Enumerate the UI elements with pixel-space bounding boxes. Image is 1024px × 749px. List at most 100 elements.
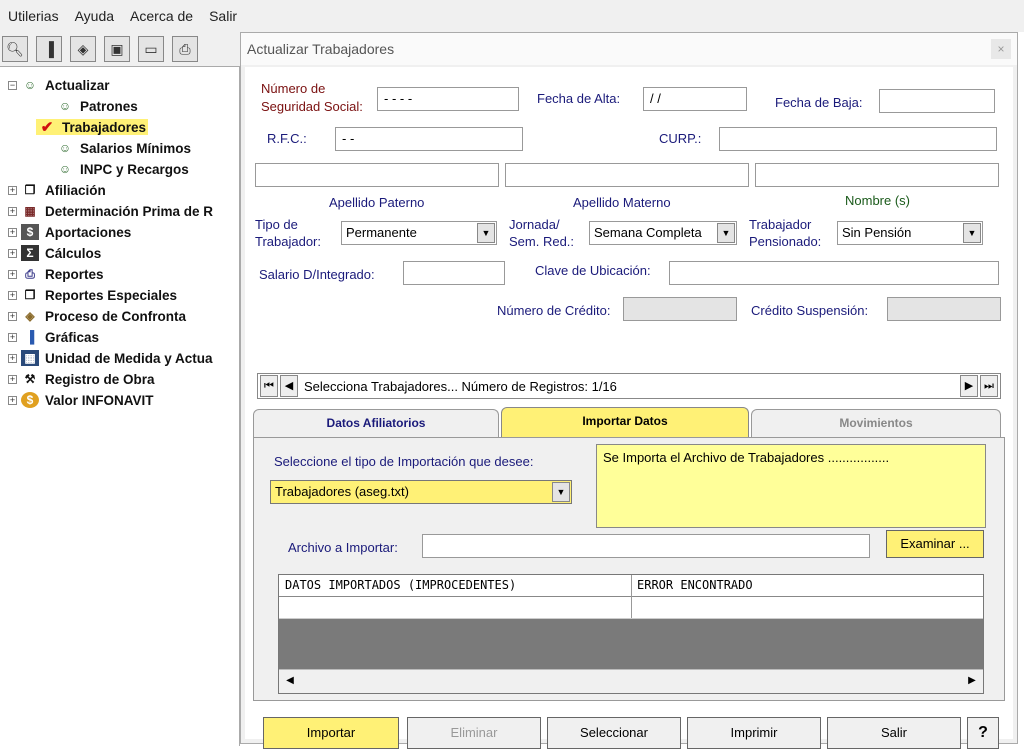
rfc-label: R.F.C.: — [267, 131, 307, 146]
tipo-trabajador-select[interactable]: Permanente ▼ — [341, 221, 497, 245]
expand-icon[interactable]: + — [8, 353, 17, 363]
expand-icon[interactable]: + — [8, 332, 17, 342]
tree-item-patrones[interactable]: ☺ Patrones — [56, 96, 138, 116]
expand-icon[interactable]: + — [8, 311, 17, 321]
floppy-disk-icon[interactable]: ▣ — [104, 36, 130, 62]
sigma-icon: Σ — [21, 245, 39, 261]
archivo-input[interactable] — [422, 534, 870, 558]
clave-ubicacion-input[interactable] — [669, 261, 999, 285]
last-record-icon[interactable]: ⏭ — [980, 375, 998, 397]
tree-item-reportes[interactable]: + ⎙ Reportes — [8, 264, 104, 284]
magnifier-icon[interactable]: 🔍︎ — [2, 36, 28, 62]
box-icon: ◈ — [25, 309, 35, 323]
printer-icon: ⎙ — [25, 266, 35, 281]
menu-utilerias[interactable]: Utilerias — [0, 8, 67, 24]
jornada-label-line1: Jornada/ — [509, 217, 560, 232]
tree-item-valor-infonavit[interactable]: + $ Valor INFONAVIT — [8, 390, 154, 410]
group-icon: ☺ — [58, 141, 72, 155]
importar-button[interactable]: Importar — [263, 717, 399, 749]
imprimir-button[interactable]: Imprimir — [687, 717, 821, 749]
first-record-icon[interactable]: ⏮ — [260, 375, 278, 397]
fecha-baja-input[interactable] — [879, 89, 995, 113]
salir-button[interactable]: Salir — [827, 717, 961, 749]
credito-suspension-input — [887, 297, 1001, 321]
import-type-prompt: Seleccione el tipo de Importación que de… — [274, 454, 534, 469]
tree-item-salarios-minimos[interactable]: ☺ Salarios Mínimos — [56, 138, 191, 158]
expand-icon[interactable]: + — [8, 395, 17, 405]
tab-importar-datos[interactable]: Importar Datos — [501, 407, 749, 437]
expand-icon[interactable]: + — [8, 185, 17, 195]
tools-icon: ⚒ — [24, 372, 36, 386]
nombre-input[interactable] — [755, 163, 999, 187]
scroll-left-icon[interactable]: ◀ — [281, 672, 299, 690]
collapse-icon[interactable]: − — [8, 80, 17, 90]
eliminar-button[interactable]: Eliminar — [407, 717, 541, 749]
seleccionar-button[interactable]: Seleccionar — [547, 717, 681, 749]
pages-icon: ❒ — [24, 288, 36, 302]
record-navigator: ⏮ ◀ Selecciona Trabajadores... Número de… — [257, 373, 1001, 399]
tab-datos-afiliatorios[interactable]: Datos Afiliatorios — [253, 409, 499, 437]
tree-item-determinacion-prima[interactable]: + ▦ Determinación Prima de R — [8, 201, 213, 221]
nombre-label: Nombre (s) — [845, 193, 911, 208]
chevron-down-icon[interactable]: ▼ — [717, 223, 735, 243]
tree-item-aportaciones[interactable]: + $ Aportaciones — [8, 222, 131, 242]
fecha-alta-label: Fecha de Alta: — [537, 91, 621, 106]
scroll-right-icon[interactable]: ▶ — [963, 672, 981, 690]
next-record-icon[interactable]: ▶ — [960, 375, 978, 397]
document-icon: ❐ — [24, 183, 36, 197]
import-type-select[interactable]: Trabajadores (aseg.txt) ▼ — [270, 480, 572, 504]
apellido-materno-input[interactable] — [505, 163, 749, 187]
menu-acerca-de[interactable]: Acerca de — [122, 8, 201, 24]
expand-icon[interactable]: + — [8, 227, 17, 237]
horizontal-scrollbar[interactable]: ◀ ▶ — [279, 669, 983, 693]
menu-salir[interactable]: Salir — [201, 8, 245, 24]
tree-item-unidad-medida[interactable]: + ▦ Unidad de Medida y Actua — [8, 348, 213, 368]
tree-item-trabajadores[interactable]: ✔ Trabajadores — [36, 117, 149, 137]
tipo-trabajador-label-line2: Trabajador: — [255, 234, 321, 249]
table-row[interactable] — [279, 597, 983, 619]
salario-input[interactable] — [403, 261, 505, 285]
close-icon[interactable]: × — [991, 39, 1011, 59]
tree-item-actualizar[interactable]: − ☺ Actualizar — [8, 75, 110, 95]
dialog-panel: Número de Seguridad Social: - - - - Fech… — [245, 67, 1013, 749]
eraser-icon[interactable]: ▭ — [138, 36, 164, 62]
previous-record-icon[interactable]: ◀ — [280, 375, 298, 397]
fecha-alta-input[interactable]: / / — [643, 87, 747, 111]
examinar-button[interactable]: Examinar ... — [886, 530, 984, 558]
jornada-select[interactable]: Semana Completa ▼ — [589, 221, 737, 245]
pensionado-select[interactable]: Sin Pensión ▼ — [837, 221, 983, 245]
expand-icon[interactable]: + — [8, 248, 17, 258]
chevron-down-icon[interactable]: ▼ — [963, 223, 981, 243]
tree-item-proceso-confronta[interactable]: + ◈ Proceso de Confronta — [8, 306, 186, 326]
help-icon[interactable]: ? — [967, 717, 999, 749]
expand-icon[interactable]: + — [8, 206, 17, 216]
curp-input[interactable] — [719, 127, 997, 151]
tree-item-reportes-especiales[interactable]: + ❒ Reportes Especiales — [8, 285, 177, 305]
tree-item-registro-obra[interactable]: + ⚒ Registro de Obra — [8, 369, 155, 389]
actualizar-trabajadores-dialog: Actualizar Trabajadores × Número de Segu… — [240, 32, 1018, 749]
rfc-input[interactable]: - - — [335, 127, 523, 151]
grid-header-error: ERROR ENCONTRADO — [637, 578, 753, 592]
nss-input[interactable]: - - - - — [377, 87, 519, 111]
grid-header-datos: DATOS IMPORTADOS (IMPROCEDENTES) — [285, 578, 517, 592]
archivo-label: Archivo a Importar: — [288, 540, 398, 555]
expand-icon[interactable]: + — [8, 374, 17, 384]
tipo-trabajador-label-line1: Tipo de — [255, 217, 298, 232]
expand-icon[interactable]: + — [8, 269, 17, 279]
bar-chart-icon[interactable]: ▐ — [36, 36, 62, 62]
tree-item-inpc-recargos[interactable]: ☺ INPC y Recargos — [56, 159, 189, 179]
printer-icon[interactable]: ⎙ — [172, 36, 198, 62]
chevron-down-icon[interactable]: ▼ — [552, 482, 570, 502]
tab-movimientos[interactable]: Movimientos — [751, 409, 1001, 437]
box-icon[interactable]: ◈ — [70, 36, 96, 62]
apellido-paterno-input[interactable] — [255, 163, 499, 187]
grid-empty-area — [279, 619, 983, 669]
tree-item-calculos[interactable]: + Σ Cálculos — [8, 243, 101, 263]
pensionado-label-line1: Trabajador — [749, 217, 812, 232]
tree-item-afiliacion[interactable]: + ❐ Afiliación — [8, 180, 106, 200]
curp-label: CURP.: — [659, 131, 702, 146]
tree-item-graficas[interactable]: + ▐ Gráficas — [8, 327, 99, 347]
menu-ayuda[interactable]: Ayuda — [67, 8, 122, 24]
chevron-down-icon[interactable]: ▼ — [477, 223, 495, 243]
expand-icon[interactable]: + — [8, 290, 17, 300]
